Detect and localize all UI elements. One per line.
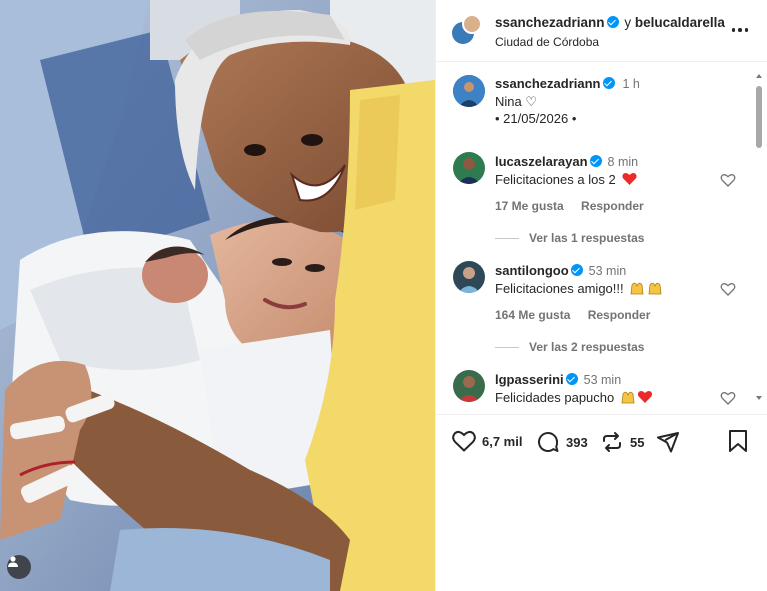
- caption-text: Nina ♡: [495, 94, 538, 109]
- comment-username[interactable]: santilongoo 53 min: [495, 263, 626, 278]
- comments-scroll-area[interactable]: ssanchezadriann 1 h Nina ♡ • 21/05/2026 •…: [436, 63, 767, 413]
- post-actions-bar: 6,7 mil 393 55: [436, 414, 767, 466]
- author-connector: y: [624, 15, 632, 30]
- author-username[interactable]: ssanchezadriann: [495, 15, 605, 30]
- more-options-button[interactable]: [730, 22, 750, 38]
- profile-picture-icon: [453, 370, 485, 402]
- comment-timestamp: 8 min: [607, 155, 639, 169]
- verified-icon: [606, 16, 619, 28]
- reply-button[interactable]: Responder: [581, 199, 644, 213]
- profile-picture-icon: [453, 152, 485, 184]
- comment-bubble-icon: [538, 431, 559, 452]
- like-button[interactable]: 6,7 mil: [452, 430, 522, 452]
- comment-text: Felicidades papucho: [495, 390, 655, 405]
- verified-icon: [565, 373, 578, 385]
- comment-text: Felicitaciones a los 2: [495, 172, 637, 187]
- post-side-panel: ssanchezadriann y belucaldarella Ciudad …: [435, 0, 767, 591]
- like-comment-heart-icon[interactable]: [720, 281, 736, 297]
- reply-button[interactable]: Responder: [588, 308, 651, 322]
- raising-hands-emoji-icon: [630, 282, 662, 295]
- caption-timestamp: 1 h: [622, 77, 640, 91]
- comment-likes-count[interactable]: 164 Me gusta: [495, 308, 570, 322]
- avatar[interactable]: [453, 261, 485, 293]
- comment-timestamp: 53 min: [588, 264, 627, 278]
- caption-username[interactable]: ssanchezadriann 1 h: [495, 76, 640, 91]
- view-replies-button[interactable]: Ver las 1 respuestas: [495, 231, 644, 245]
- comments-scrollbar[interactable]: [755, 70, 763, 404]
- comment-button[interactable]: 393: [536, 430, 588, 454]
- red-heart-emoji-icon: [622, 172, 637, 185]
- comment-timestamp: 53 min: [583, 373, 622, 387]
- scroll-up-arrow-icon[interactable]: [756, 74, 762, 78]
- caption-date: • 21/05/2026 •: [495, 111, 577, 126]
- comment-text: Felicitaciones amigo!!!: [495, 281, 664, 296]
- comments-count: 393: [566, 434, 588, 450]
- newborn-family-photo: [0, 0, 435, 591]
- heart-icon: [452, 430, 476, 452]
- user-icon: [8, 556, 18, 567]
- avatar[interactable]: [453, 152, 485, 184]
- divider: [495, 346, 519, 348]
- profile-picture-icon: [453, 261, 485, 293]
- scrollbar-thumb[interactable]: [756, 86, 762, 148]
- comment-meta: 164 Me gusta Responder: [495, 308, 664, 322]
- repost-button[interactable]: 55: [600, 430, 644, 454]
- comment-meta: 17 Me gusta Responder: [495, 199, 658, 213]
- verified-icon: [589, 155, 602, 167]
- comment-item: lgpasserini 53 min Felicidades papucho: [436, 370, 767, 413]
- profile-picture-icon: [453, 75, 485, 107]
- like-comment-heart-icon[interactable]: [720, 390, 736, 406]
- scroll-down-arrow-icon[interactable]: [756, 396, 762, 400]
- comment-item: lucaszelarayan 8 min Felicitaciones a los…: [436, 152, 767, 245]
- like-comment-heart-icon[interactable]: [720, 172, 736, 188]
- post-header: ssanchezadriann y belucaldarella Ciudad …: [436, 0, 767, 62]
- comment-item: santilongoo 53 min Felicitaciones amigo!!…: [436, 261, 767, 354]
- bookmark-icon: [729, 430, 747, 452]
- view-replies-button[interactable]: Ver las 2 respuestas: [495, 340, 644, 354]
- comment-username[interactable]: lucaszelarayan 8 min: [495, 154, 638, 169]
- avatar[interactable]: [453, 370, 485, 402]
- avatar[interactable]: [453, 75, 485, 107]
- verified-icon: [570, 264, 583, 276]
- comment-likes-count[interactable]: 17 Me gusta: [495, 199, 564, 213]
- tagged-people-button[interactable]: [7, 555, 31, 579]
- likes-count: 6,7 mil: [482, 433, 523, 449]
- repost-icon: [603, 432, 621, 452]
- post-photo[interactable]: [0, 0, 435, 591]
- save-button[interactable]: [728, 430, 748, 455]
- collab-avatars[interactable]: [450, 14, 484, 48]
- collaborator-username[interactable]: belucaldarella: [635, 15, 725, 30]
- send-paper-plane-icon: [657, 432, 679, 453]
- verified-icon: [602, 77, 615, 89]
- avatar: [462, 14, 482, 34]
- comment-username[interactable]: lgpasserini 53 min: [495, 372, 621, 387]
- share-button[interactable]: [656, 430, 680, 454]
- divider: [495, 237, 519, 239]
- raising-hands-heart-emoji-icon: [621, 390, 652, 404]
- post-location[interactable]: Ciudad de Córdoba: [495, 35, 599, 49]
- post-authors: ssanchezadriann y belucaldarella: [495, 15, 725, 30]
- reposts-count: 55: [630, 434, 645, 450]
